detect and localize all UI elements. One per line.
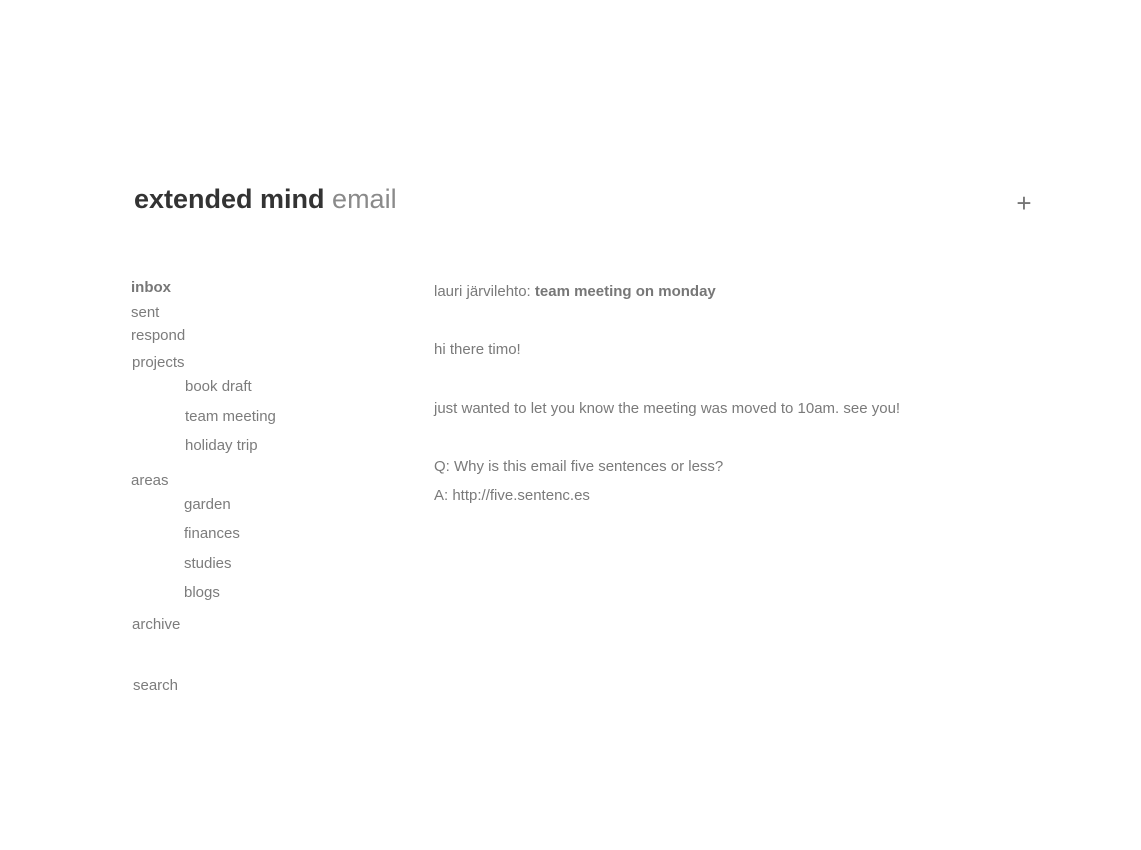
section-name: email: [332, 184, 397, 214]
app-brand: extended mind: [134, 184, 325, 214]
message-body: just wanted to let you know the meeting …: [434, 400, 901, 417]
sidebar-item-blogs[interactable]: blogs: [184, 584, 220, 602]
message-footer-question: Q: Why is this email five sentences or l…: [434, 458, 724, 475]
sidebar-item-projects[interactable]: projects: [132, 354, 185, 372]
page-title: extended mind email: [134, 182, 397, 216]
sidebar-item-book-draft[interactable]: book draft: [185, 378, 252, 396]
sidebar-item-holiday-trip[interactable]: holiday trip: [185, 437, 258, 455]
sidebar-item-team-meeting[interactable]: team meeting: [185, 408, 276, 426]
message-header: lauri järvilehto: team meeting on monday: [434, 283, 716, 301]
add-icon[interactable]: +: [1011, 188, 1037, 218]
sidebar-item-finances[interactable]: finances: [184, 525, 240, 543]
sidebar-item-areas[interactable]: areas: [131, 472, 169, 490]
sidebar-item-studies[interactable]: studies: [184, 555, 232, 573]
message-footer-answer: A: http://five.sentenc.es: [434, 487, 590, 504]
message-sender: lauri järvilehto:: [434, 283, 531, 300]
sidebar-item-search[interactable]: search: [133, 677, 178, 695]
message-subject: team meeting on monday: [534, 283, 716, 300]
sidebar-item-respond[interactable]: respond: [131, 327, 185, 345]
app-page: extended mind email + inbox sent respond…: [0, 0, 1141, 850]
sidebar-item-garden[interactable]: garden: [184, 496, 231, 514]
sidebar-item-archive[interactable]: archive: [132, 616, 180, 634]
sidebar-item-sent[interactable]: sent: [131, 304, 159, 322]
sidebar-item-inbox[interactable]: inbox: [131, 279, 171, 297]
message-greeting: hi there timo!: [434, 341, 521, 358]
